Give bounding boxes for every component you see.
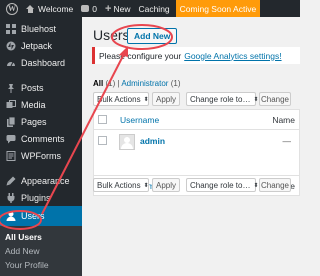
change-role-label: Change role to… [190, 94, 251, 104]
wpforms-icon [5, 150, 16, 161]
admin-sidebar: Bluehost Jetpack Dashboard Posts Media P… [0, 17, 82, 276]
new-content-menu[interactable]: + New [101, 0, 134, 17]
sidebar-item-label: Users [21, 211, 45, 221]
sidebar-item-label: Dashboard [21, 57, 66, 68]
apply-button-top[interactable]: Apply [152, 92, 180, 106]
filter-administrator-count: (1) [170, 79, 181, 88]
notice-settings-link[interactable]: Google Analytics settings! [184, 51, 281, 61]
sidebar-item-users[interactable]: Users [0, 206, 82, 226]
row-checkbox[interactable] [98, 136, 107, 145]
pin-icon [5, 82, 16, 93]
sidebar-item-jetpack[interactable]: Jetpack [0, 37, 82, 54]
select-arrows-icon: ⬍ [253, 182, 259, 189]
sidebar-item-label: Media [21, 99, 46, 110]
filter-administrator[interactable]: Administrator [121, 79, 168, 88]
sidebar-item-comments[interactable]: Comments [0, 130, 82, 147]
pages-icon [5, 116, 16, 127]
apply-button-bottom[interactable]: Apply [152, 178, 180, 192]
table-row: admin — [93, 130, 300, 156]
submenu-your-profile[interactable]: Your Profile [0, 258, 82, 272]
add-new-button[interactable]: Add New [127, 28, 178, 44]
dashboard-icon [5, 57, 16, 68]
sidebar-item-posts[interactable]: Posts [0, 79, 82, 96]
select-arrows-icon: ⬍ [143, 182, 149, 189]
change-role-select-top[interactable]: Change role to… ⬍ [186, 92, 259, 106]
filter-all-count: (1) [105, 79, 116, 88]
submenu-all-users[interactable]: All Users [0, 230, 82, 244]
column-name[interactable]: Name [272, 115, 295, 125]
row-name: — [282, 136, 292, 146]
change-button-top[interactable]: Change [259, 92, 291, 106]
sidebar-item-label: Bluehost [21, 23, 57, 34]
select-arrows-icon: ⬍ [253, 96, 259, 103]
sidebar-item-bluehost[interactable]: Bluehost [0, 20, 82, 37]
sidebar-item-plugins[interactable]: Plugins [0, 189, 82, 206]
change-button-bottom[interactable]: Change [259, 178, 291, 192]
sidebar-item-media[interactable]: Media [0, 96, 82, 113]
site-name-label: Welcome [38, 3, 74, 14]
new-label: New [113, 3, 131, 14]
sidebar-item-label: Pages [21, 116, 47, 127]
sidebar-item-pages[interactable]: Pages [0, 113, 82, 130]
role-filters: All (1) | Administrator (1) [93, 79, 181, 88]
plus-icon: + [105, 2, 112, 15]
sidebar-item-label: Plugins [21, 192, 51, 203]
comments-icon [5, 133, 16, 144]
admin-bar: W Welcome 0 + New Caching Coming Soon Ac… [0, 0, 300, 17]
analytics-notice: Please configure your Google Analytics s… [92, 47, 300, 64]
sidebar-item-wpforms[interactable]: WPForms [0, 147, 82, 164]
page-title: Users [93, 27, 130, 43]
submenu-add-new[interactable]: Add New [0, 244, 82, 258]
media-icon [5, 99, 16, 110]
users-icon [5, 211, 16, 222]
coming-soon-label: Coming Soon Active [179, 3, 257, 14]
bulk-actions-label: Bulk Actions [97, 94, 141, 104]
plugins-icon [5, 192, 16, 203]
comment-bubble-icon [81, 5, 90, 12]
comments-menu[interactable]: 0 [77, 0, 101, 17]
jetpack-icon [5, 40, 16, 51]
sidebar-item-dashboard[interactable]: Dashboard [0, 54, 82, 71]
select-arrows-icon: ⬍ [143, 96, 149, 103]
notice-text: Please configure your [99, 50, 182, 61]
filter-all[interactable]: All [93, 79, 103, 88]
sidebar-item-label: Appearance [21, 175, 70, 186]
sidebar-item-appearance[interactable]: Appearance [0, 172, 82, 189]
bulk-actions-label: Bulk Actions [97, 180, 141, 190]
change-role-label: Change role to… [190, 180, 251, 190]
users-submenu: All Users Add New Your Profile [0, 226, 82, 276]
bulk-actions-select-bottom[interactable]: Bulk Actions ⬍ [93, 178, 149, 192]
main-content: Users Add New Please configure your Goog… [82, 17, 300, 276]
bulk-actions-select-top[interactable]: Bulk Actions ⬍ [93, 92, 149, 106]
select-all-checkbox[interactable] [98, 115, 107, 124]
change-role-select-bottom[interactable]: Change role to… ⬍ [186, 178, 259, 192]
caching-label: Caching [138, 3, 170, 14]
home-icon [26, 4, 35, 13]
sidebar-item-label: Comments [21, 133, 65, 144]
wordpress-logo-icon: W [6, 2, 18, 15]
appearance-icon [5, 175, 16, 186]
comments-count: 0 [92, 3, 98, 14]
coming-soon-badge[interactable]: Coming Soon Active [175, 0, 261, 17]
sidebar-item-label: Jetpack [21, 40, 53, 51]
table-header: Username Name [93, 109, 300, 130]
avatar [119, 134, 135, 150]
sidebar-item-label: Posts [21, 82, 44, 93]
wordpress-logo-menu[interactable]: W [0, 0, 22, 17]
row-username-link[interactable]: admin [140, 136, 165, 146]
bluehost-icon [5, 23, 16, 34]
sidebar-item-label: WPForms [21, 150, 61, 161]
site-name-menu[interactable]: Welcome [22, 0, 77, 17]
column-username[interactable]: Username [120, 115, 159, 125]
caching-menu[interactable]: Caching [134, 0, 173, 17]
